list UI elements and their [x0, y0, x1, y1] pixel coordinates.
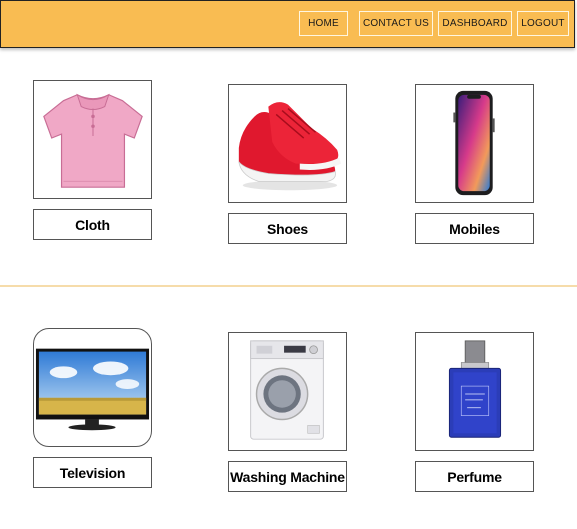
shirt-icon — [43, 93, 143, 188]
washing-machine-label[interactable]: Washing Machine — [228, 461, 347, 492]
mobiles-label[interactable]: Mobiles — [415, 213, 534, 244]
perfume-label[interactable]: Perfume — [415, 461, 534, 492]
washing-machine-icon — [250, 340, 324, 440]
mobiles-image[interactable] — [415, 84, 534, 203]
washing-machine-image[interactable] — [228, 332, 347, 451]
cloth-image[interactable] — [33, 80, 152, 199]
cloth-label[interactable]: Cloth — [33, 209, 152, 240]
logout-button[interactable]: LOGOUT — [517, 11, 569, 36]
section-divider — [0, 285, 577, 287]
sneaker-icon — [238, 102, 342, 191]
perfume-image[interactable] — [415, 332, 534, 451]
dashboard-button[interactable]: DASHBOARD — [438, 11, 512, 36]
television-icon — [35, 348, 150, 431]
shoes-label[interactable]: Shoes — [228, 213, 347, 244]
shoes-image[interactable] — [228, 84, 347, 203]
home-button[interactable]: HOME — [299, 11, 348, 36]
smartphone-icon — [453, 90, 495, 196]
top-navbar: HOME CONTACT US DASHBOARD LOGOUT — [0, 0, 575, 48]
television-image[interactable] — [33, 328, 152, 447]
contact-us-button[interactable]: CONTACT US — [359, 11, 433, 36]
perfume-bottle-icon — [448, 340, 502, 438]
television-label[interactable]: Television — [33, 457, 152, 488]
